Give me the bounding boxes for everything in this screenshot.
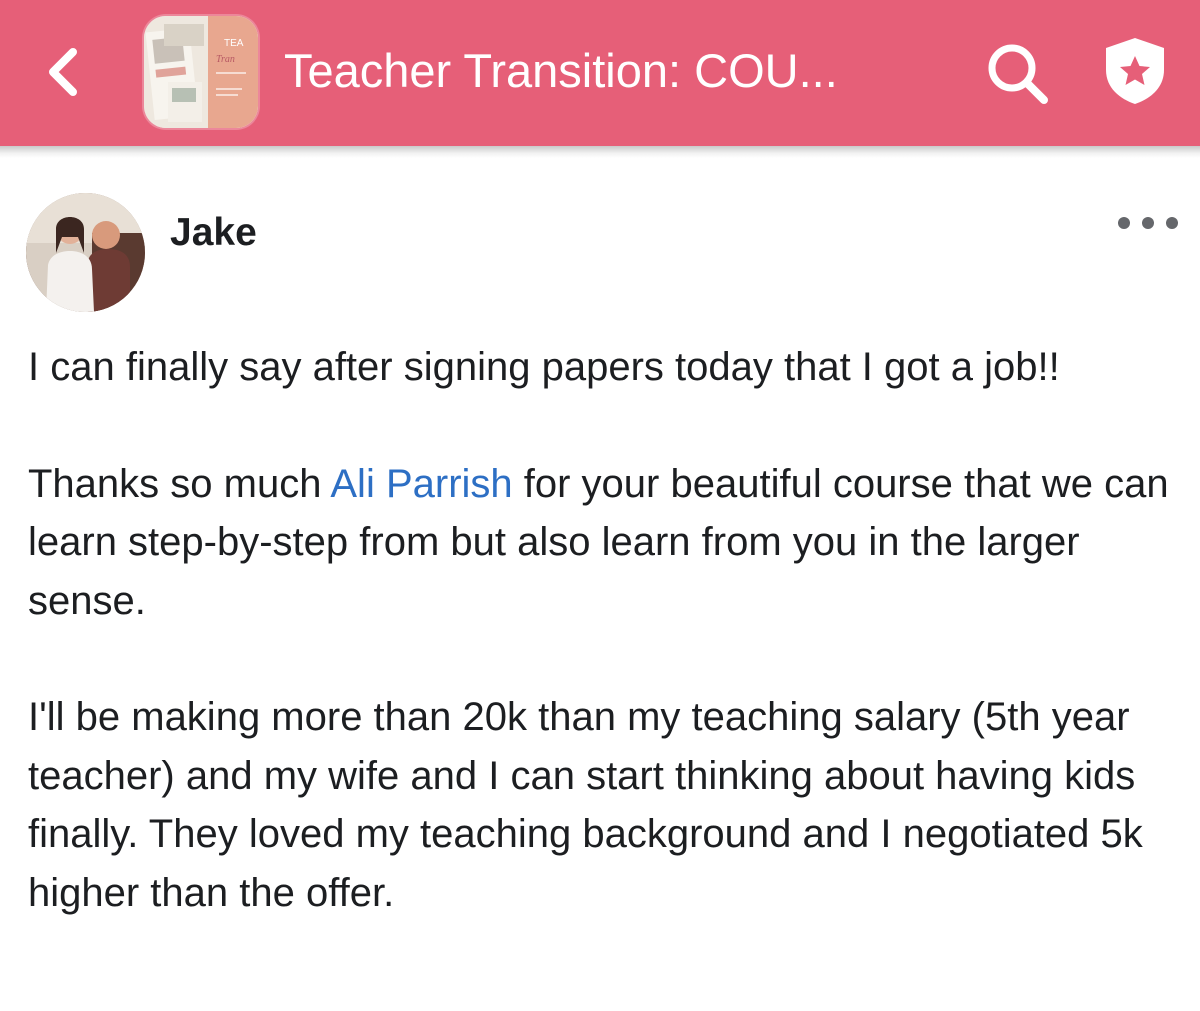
group-thumbnail-label: TEA — [224, 38, 244, 49]
post-body: I can finally say after signing papers t… — [28, 338, 1178, 922]
admin-badge-button[interactable] — [1098, 34, 1172, 108]
avatar-photo — [26, 193, 145, 312]
post-author-name[interactable]: Jake — [170, 208, 257, 258]
group-title[interactable]: Teacher Transition: COU... — [284, 36, 924, 106]
back-button[interactable] — [34, 40, 90, 104]
post-paragraph: I can finally say after signing papers t… — [28, 345, 1060, 389]
chevron-left-icon — [49, 48, 77, 96]
author-avatar[interactable] — [26, 193, 145, 312]
group-thumbnail[interactable]: Tran TEA — [144, 16, 258, 128]
post-text: Thanks so much — [28, 461, 331, 506]
group-cover-image: Tran TEA — [144, 16, 258, 128]
svg-text:Tran: Tran — [216, 54, 235, 65]
more-horizontal-icon — [1118, 217, 1130, 229]
post-options-button[interactable] — [1118, 206, 1178, 240]
more-horizontal-icon-dot — [1166, 217, 1178, 229]
search-button[interactable] — [982, 38, 1054, 110]
search-icon — [988, 44, 1048, 104]
header-divider — [0, 146, 1200, 158]
top-app-bar: Tran TEA Teacher Transition: COU... — [0, 0, 1200, 146]
more-horizontal-icon-dot — [1142, 217, 1154, 229]
post-paragraph: I'll be making more than 20k than my tea… — [28, 695, 1143, 915]
post-paragraph: Thanks so much Ali Parrish for your beau… — [28, 455, 1178, 631]
mention-link[interactable]: Ali Parrish — [330, 462, 512, 506]
shield-star-icon — [1106, 38, 1164, 104]
